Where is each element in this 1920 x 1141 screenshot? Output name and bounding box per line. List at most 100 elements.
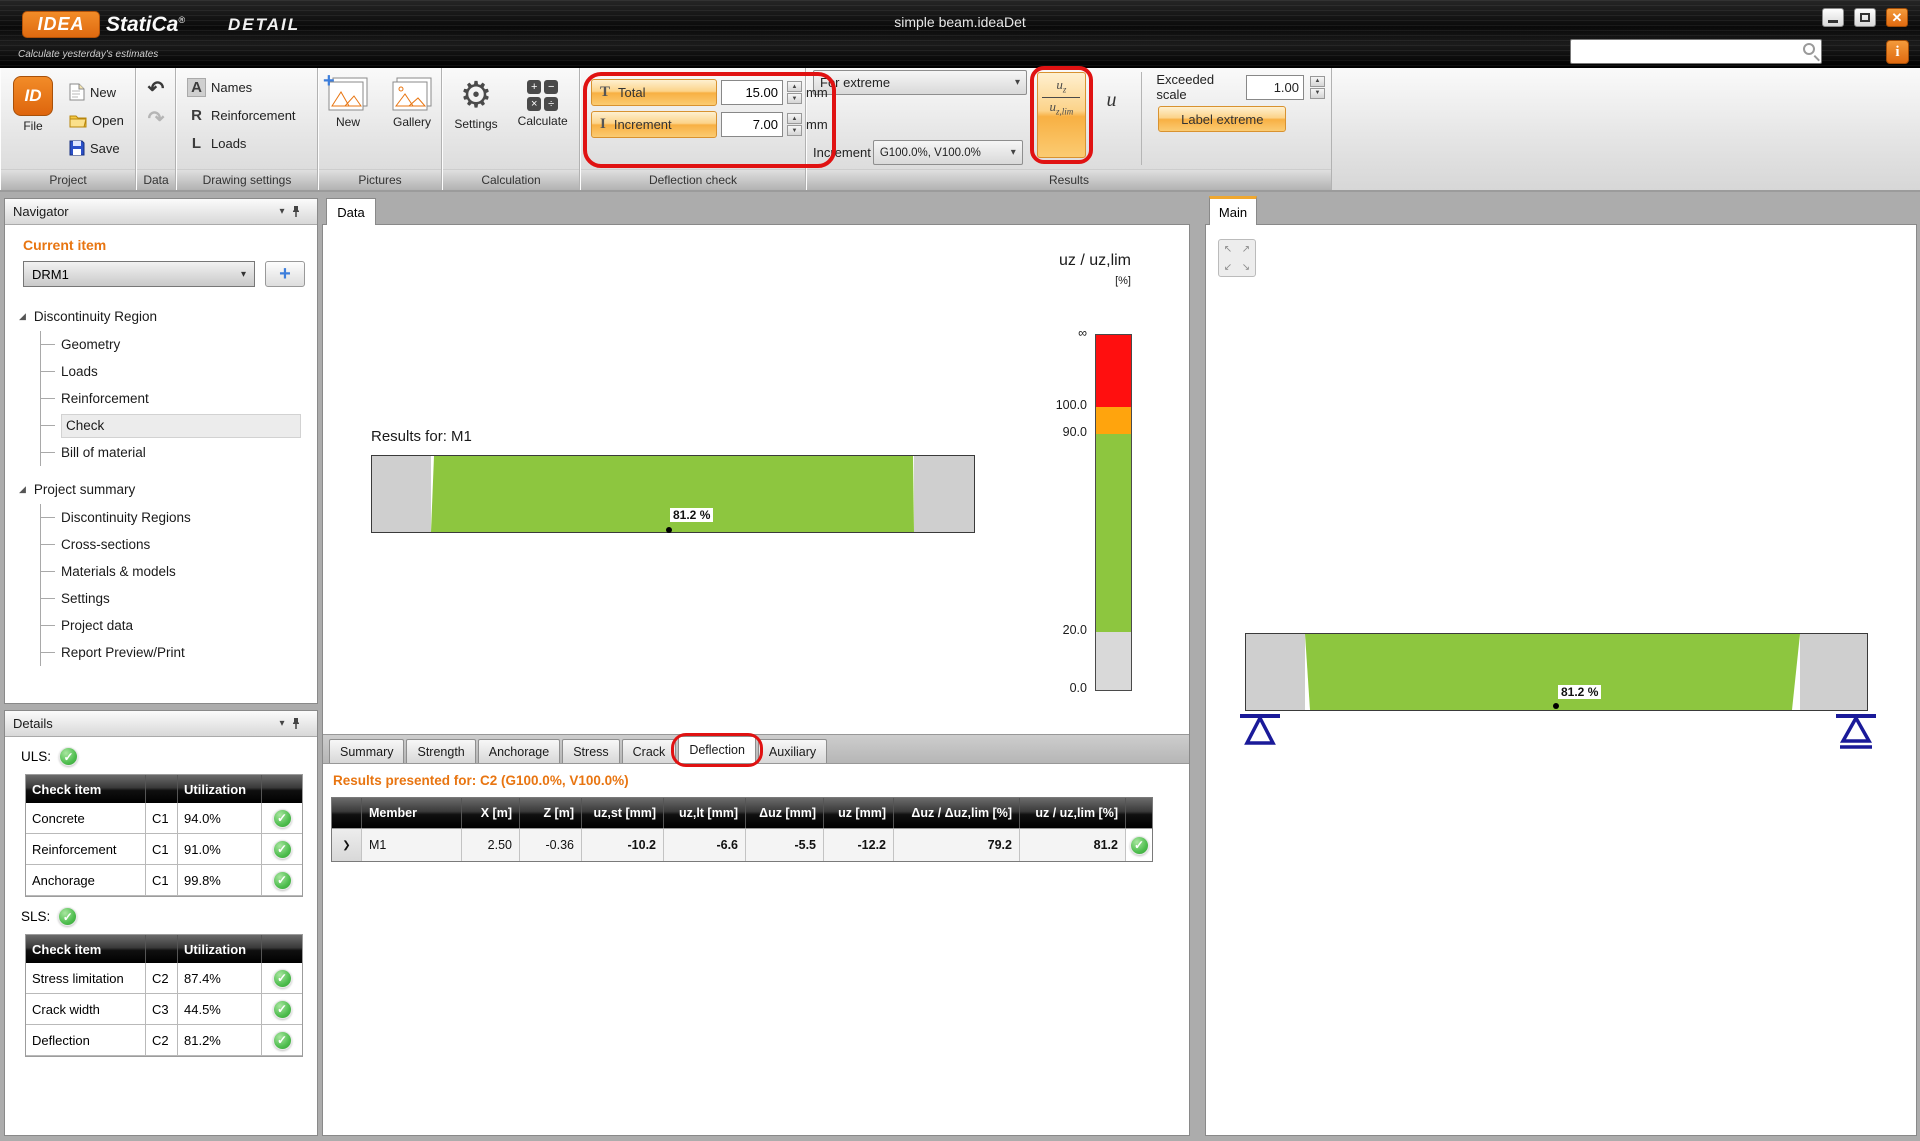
- calculate-label: Calculate: [518, 114, 568, 128]
- column-header-uzst: uz,st [mm]: [582, 798, 664, 828]
- tree-item-project-data[interactable]: Project data: [59, 612, 317, 639]
- spin-down-icon[interactable]: ▼: [1310, 88, 1325, 99]
- total-button[interactable]: T Total: [591, 79, 717, 106]
- tab-strength[interactable]: Strength: [406, 739, 475, 763]
- tree-node-discontinuity-region[interactable]: ◢ Discontinuity Region: [19, 303, 317, 329]
- combination-cell: C1: [146, 834, 178, 865]
- label-extreme-button[interactable]: Label extreme: [1158, 106, 1286, 132]
- maximize-button[interactable]: [1854, 8, 1876, 27]
- calculate-button[interactable]: + − × ÷ Calculate: [512, 73, 574, 167]
- exceeded-scale-spinner[interactable]: ▲ ▼: [1310, 76, 1325, 99]
- info-button[interactable]: i: [1886, 40, 1909, 64]
- tree-item-geometry[interactable]: Geometry: [59, 331, 317, 358]
- open-label: Open: [92, 113, 124, 128]
- expander-icon[interactable]: ◢: [19, 484, 26, 495]
- tree-item-cross-sections[interactable]: Cross-sections: [59, 531, 317, 558]
- for-extreme-dropdown[interactable]: For extreme ▾: [813, 70, 1027, 95]
- ribbon-group-pictures: + New Gallery Pictures: [318, 68, 442, 190]
- current-item-dropdown[interactable]: DRM1 ▾: [23, 261, 255, 287]
- row-expander-button[interactable]: ❯: [332, 828, 362, 861]
- pin-icon[interactable]: [291, 205, 309, 218]
- tab-label: Stress: [573, 745, 608, 759]
- spin-up-icon[interactable]: ▲: [787, 81, 802, 92]
- tab-stress[interactable]: Stress: [562, 739, 619, 763]
- undo-button[interactable]: ↶: [141, 73, 171, 103]
- gallery-button[interactable]: Gallery: [385, 73, 439, 167]
- file-button[interactable]: ID File: [7, 73, 59, 167]
- scale-tick-0: 0.0: [1035, 681, 1087, 695]
- save-button[interactable]: Save: [65, 134, 128, 162]
- uz-ratio-button[interactable]: uz uz,lim: [1037, 72, 1086, 158]
- search-input[interactable]: [1575, 41, 1790, 62]
- table-row[interactable]: Concrete C1 94.0% ✓: [26, 803, 302, 834]
- total-value-field[interactable]: 15.00: [721, 80, 783, 105]
- increment-dropdown[interactable]: G100.0%, V100.0% ▾: [873, 140, 1023, 165]
- table-row[interactable]: Reinforcement C1 91.0% ✓: [26, 834, 302, 865]
- picture-new-button[interactable]: + New: [321, 73, 375, 167]
- tab-data[interactable]: Data: [326, 198, 376, 225]
- arrow-ne-icon: ↗: [1237, 240, 1255, 258]
- tab-crack[interactable]: Crack: [622, 739, 677, 763]
- tree-item-label: Materials & models: [61, 564, 176, 579]
- minimize-button[interactable]: [1822, 8, 1844, 27]
- navigator-panel: Navigator ▾ Current item DRM1 ▾ + ◢ Disc…: [4, 198, 318, 704]
- table-row[interactable]: Stress limitation C2 87.4% ✓: [26, 963, 302, 994]
- table-row-m1[interactable]: ❯ M1 2.50 -0.36 -10.2 -6.6 -5.5 -12.2 79…: [332, 828, 1152, 861]
- view-navigation-widget[interactable]: ↖ ↗ ↙ ↘: [1218, 239, 1256, 277]
- expander-icon[interactable]: ◢: [19, 311, 26, 322]
- tree-item-settings[interactable]: Settings: [59, 585, 317, 612]
- tab-main[interactable]: Main: [1209, 196, 1257, 225]
- tree-item-bill-of-material[interactable]: Bill of material: [59, 439, 317, 466]
- spin-down-icon[interactable]: ▼: [787, 125, 802, 136]
- utilization-cell: 44.5%: [178, 994, 262, 1025]
- tree-item-label: Check: [66, 418, 104, 433]
- beam-gray-left: [1246, 634, 1305, 710]
- sls-table: Check item Utilization Stress limitation…: [25, 934, 303, 1057]
- close-button[interactable]: ✕: [1886, 8, 1908, 27]
- scale-tick-20: 20.0: [1035, 623, 1087, 637]
- increment-value-field[interactable]: 7.00: [721, 112, 783, 137]
- chevron-down-icon[interactable]: ▾: [273, 206, 291, 217]
- member-cell: M1: [362, 828, 462, 861]
- table-row[interactable]: Deflection C2 81.2% ✓: [26, 1025, 302, 1056]
- scale-title: uz / uz,lim: [981, 252, 1131, 270]
- tab-deflection[interactable]: Deflection: [678, 736, 756, 763]
- tree-item-reinforcement[interactable]: Reinforcement: [59, 385, 317, 412]
- reinforcement-toggle[interactable]: R Reinforcement: [183, 101, 311, 129]
- names-toggle[interactable]: A Names: [183, 73, 311, 101]
- settings-button[interactable]: ⚙ Settings: [448, 73, 503, 167]
- tab-auxiliary[interactable]: Auxiliary: [758, 739, 827, 763]
- check-ok-icon: ✓: [58, 907, 77, 926]
- beam-extreme-dot: [1553, 703, 1559, 709]
- total-spinner[interactable]: ▲ ▼: [787, 81, 802, 104]
- u-button[interactable]: u: [1096, 84, 1128, 116]
- loads-toggle[interactable]: L Loads: [183, 129, 311, 157]
- chevron-down-icon[interactable]: ▾: [273, 718, 291, 729]
- spin-down-icon[interactable]: ▼: [787, 93, 802, 104]
- new-project-button[interactable]: New: [65, 78, 128, 106]
- open-button[interactable]: Open: [65, 106, 128, 134]
- tab-anchorage[interactable]: Anchorage: [478, 739, 560, 763]
- redo-button[interactable]: ↷: [141, 103, 171, 133]
- check-item-cell: Concrete: [26, 803, 146, 834]
- tab-summary[interactable]: Summary: [329, 739, 404, 763]
- increment-label: Increment: [614, 117, 672, 132]
- table-row[interactable]: Anchorage C1 99.8% ✓: [26, 865, 302, 896]
- spin-up-icon[interactable]: ▲: [1310, 76, 1325, 87]
- table-row[interactable]: Crack width C3 44.5% ✓: [26, 994, 302, 1025]
- increment-spinner[interactable]: ▲ ▼: [787, 113, 802, 136]
- tree-item-check[interactable]: Check: [59, 412, 317, 439]
- tree-node-project-summary[interactable]: ◢ Project summary: [19, 476, 317, 502]
- new-label: New: [90, 85, 116, 100]
- spin-up-icon[interactable]: ▲: [787, 113, 802, 124]
- tree-item-report-preview-print[interactable]: Report Preview/Print: [59, 639, 317, 666]
- tree-item-loads[interactable]: Loads: [59, 358, 317, 385]
- increment-button[interactable]: I Increment: [591, 111, 717, 138]
- tree-item-materials-models[interactable]: Materials & models: [59, 558, 317, 585]
- exceeded-scale-field[interactable]: 1.00: [1246, 75, 1304, 100]
- tree-item-discontinuity-regions[interactable]: Discontinuity Regions: [59, 504, 317, 531]
- increment-icon: I: [600, 116, 606, 133]
- pin-icon[interactable]: [291, 717, 309, 730]
- add-item-button[interactable]: +: [265, 261, 305, 287]
- tree-item-label: Cross-sections: [61, 537, 150, 552]
